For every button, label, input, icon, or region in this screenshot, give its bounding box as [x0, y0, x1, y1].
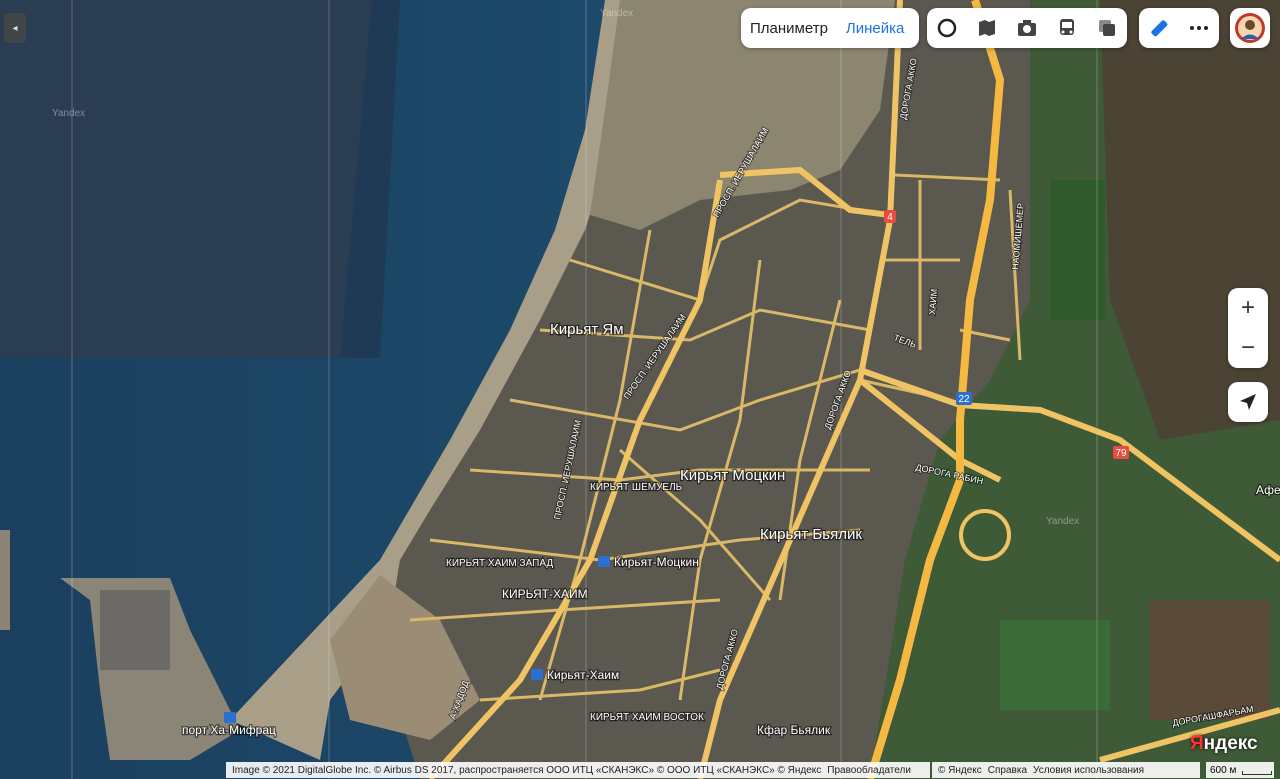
label-station-haim: Кирьят-Хаим [547, 668, 619, 682]
label-kiryat-haim: КИРЬЯТ-ХАИМ [502, 587, 588, 601]
scale-line [1242, 771, 1272, 775]
label-kiryat-haim-east: КИРЬЯТ ХАИМ ВОСТОК [590, 712, 704, 723]
panorama-button[interactable] [967, 8, 1007, 48]
label-kiryat-motzkin: Кирьят Моцкин [680, 467, 785, 484]
tools-toolbar [1139, 8, 1219, 48]
svg-text:4: 4 [887, 212, 893, 223]
map-book-icon [979, 20, 995, 36]
terms-link[interactable]: Условия использования [1033, 765, 1144, 776]
route-shield-22: 22 [956, 392, 972, 405]
watermark: Yandex [1046, 516, 1079, 527]
train-station-icon[interactable] [531, 669, 543, 680]
scale-bar: 600 м [1206, 762, 1274, 778]
yandex-copyright: © Яндекс [938, 764, 982, 776]
sea-tile-dark [0, 0, 372, 358]
ellipsis-icon [1190, 26, 1208, 30]
route-shield-4: 4 [884, 210, 896, 223]
avatar [1235, 13, 1265, 43]
rights-holders-link[interactable]: Правообладатели [827, 765, 911, 776]
route-shield-79: 79 [1113, 446, 1129, 459]
planimeter-button[interactable]: Планиметр [741, 20, 837, 37]
zoom-out-button[interactable]: − [1228, 328, 1268, 368]
label-kiryat-haim-west: КИРЬЯТ ХАИМ ЗАПАД [446, 558, 553, 569]
transport-button[interactable] [1047, 8, 1087, 48]
scale-label: 600 м [1210, 764, 1237, 776]
ruler-button[interactable]: Линейка [837, 20, 913, 37]
zoom-in-button[interactable]: + [1228, 288, 1268, 328]
help-link[interactable]: Справка [988, 765, 1027, 776]
user-avatar-button[interactable] [1230, 8, 1270, 48]
location-arrow-icon [1240, 394, 1256, 410]
watermark: Yandex [600, 8, 633, 19]
geolocation-button[interactable] [1228, 382, 1268, 422]
collapse-sidebar-button[interactable]: ◂ [4, 13, 26, 43]
label-port: порт Ха-Мифрац [182, 723, 276, 737]
bus-icon [1060, 19, 1074, 35]
ruler-icon [1151, 20, 1168, 37]
label-kiryat-shmuel: КИРЬЯТ ШЕМУЕЛЬ [590, 482, 683, 493]
label-kiryat-yam: Кирьят Ям [550, 321, 624, 338]
more-button[interactable] [1179, 8, 1219, 48]
copyright-bar: Image © 2021 DigitalGlobe Inc. © Airbus … [226, 762, 930, 778]
info-bar: © Яндекс Справка Условия использования [932, 762, 1200, 778]
camera-icon [1018, 20, 1036, 36]
train-station-icon[interactable] [598, 556, 610, 567]
map-layers-button[interactable] [927, 8, 967, 48]
measure-toolbar: Планиметр Линейка [741, 8, 919, 48]
label-afek: Афе [1256, 483, 1280, 497]
satellite-map[interactable]: 4 22 79 Кирьят Ям Кирьят Моцкин Кирьят Б… [0, 0, 1280, 779]
label-kfar-bialik: Кфар Бьялик [757, 723, 831, 737]
yandex-logo[interactable]: Яндекс [1190, 733, 1258, 755]
port-icon[interactable] [224, 712, 236, 723]
label-kiryat-bialik: Кирьят Бьялик [760, 526, 862, 543]
layers-button[interactable] [1087, 8, 1127, 48]
stacked-layers-icon [1099, 20, 1115, 36]
circle-layer-icon [937, 18, 957, 38]
zoom-control: + − [1228, 288, 1268, 368]
label-station-motzkin: Кирьят-Моцкин [614, 555, 699, 569]
photos-button[interactable] [1007, 8, 1047, 48]
svg-text:22: 22 [958, 394, 970, 405]
ruler-tool-button[interactable] [1139, 8, 1179, 48]
watermark: Yandex [52, 108, 85, 119]
layers-toolbar [927, 8, 1127, 48]
copyright-text: Image © 2021 DigitalGlobe Inc. © Airbus … [232, 764, 822, 776]
svg-text:79: 79 [1115, 448, 1127, 459]
